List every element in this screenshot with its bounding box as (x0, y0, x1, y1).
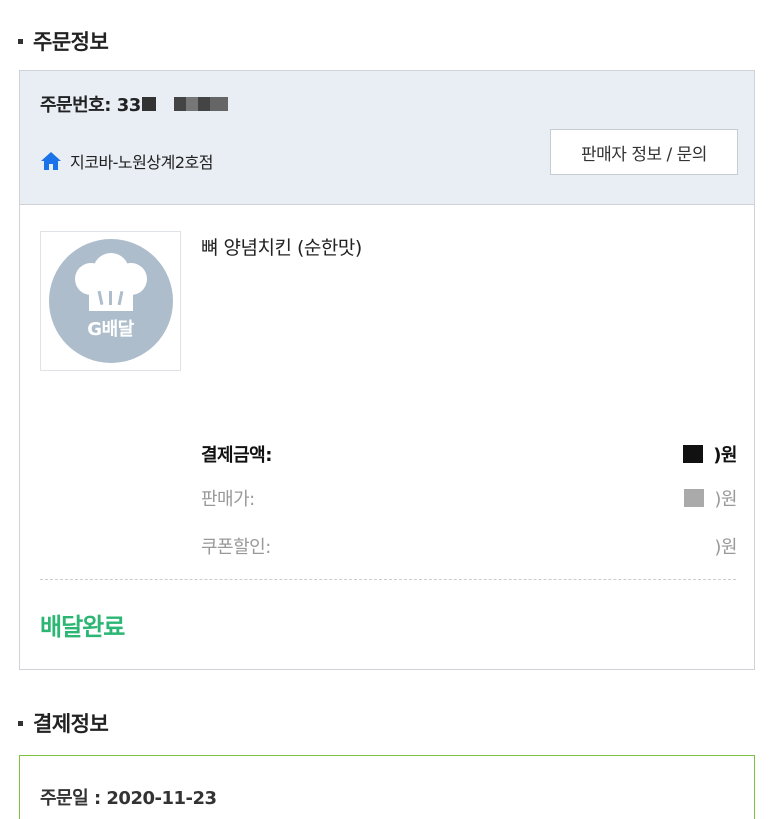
delivery-status: 배달완료 (40, 613, 125, 641)
price-label: 결제금액: (201, 445, 272, 466)
home-icon (41, 152, 61, 170)
thumbnail-label: G배달 (87, 319, 134, 340)
price-row-total: 결제금액: )원 (201, 441, 737, 467)
redacted-block (173, 97, 228, 111)
order-number: 주문번호: 33 (40, 91, 228, 117)
price-value: )원 (713, 445, 737, 466)
price-value: )원 (714, 537, 737, 558)
bullet-icon (18, 38, 23, 44)
redacted-block (683, 445, 704, 463)
seller-info-button[interactable]: 판매자 정보 / 문의 (550, 129, 738, 175)
price-row-sale: 판매가: )원 (201, 485, 737, 511)
price-label: 판매가: (201, 489, 255, 510)
bullet-icon (18, 720, 23, 726)
order-info-title: 주문정보 (18, 26, 109, 56)
product-thumbnail[interactable]: G배달 (40, 231, 181, 371)
chef-hat-icon (74, 253, 147, 311)
order-card: 주문번호: 33 지코바-노원상계2호점 판매자 정보 / 문의 G배달 뼈 양… (19, 70, 755, 670)
order-number-text: 주문번호: 33 (40, 95, 141, 116)
g-delivery-logo: G배달 (48, 239, 173, 363)
order-info-title-text: 주문정보 (33, 30, 109, 54)
price-value: )원 (714, 489, 737, 510)
payment-info-title: 결제정보 (18, 708, 109, 738)
redacted-block (684, 489, 705, 507)
order-date: 주문일 : 2020-11-23 (40, 788, 217, 809)
price-row-coupon: 쿠폰할인: )원 (201, 533, 737, 559)
payment-card: 주문일 : 2020-11-23 (19, 755, 755, 819)
divider (40, 579, 736, 580)
redacted-block (141, 97, 156, 111)
payment-info-title-text: 결제정보 (33, 712, 109, 736)
store-name: 지코바-노원상계2호점 (70, 153, 213, 172)
product-name[interactable]: 뼈 양념치킨 (순한맛) (201, 233, 362, 260)
price-label: 쿠폰할인: (201, 537, 271, 558)
order-header: 주문번호: 33 지코바-노원상계2호점 판매자 정보 / 문의 (20, 71, 754, 205)
store-link[interactable]: 지코바-노원상계2호점 (40, 149, 213, 173)
